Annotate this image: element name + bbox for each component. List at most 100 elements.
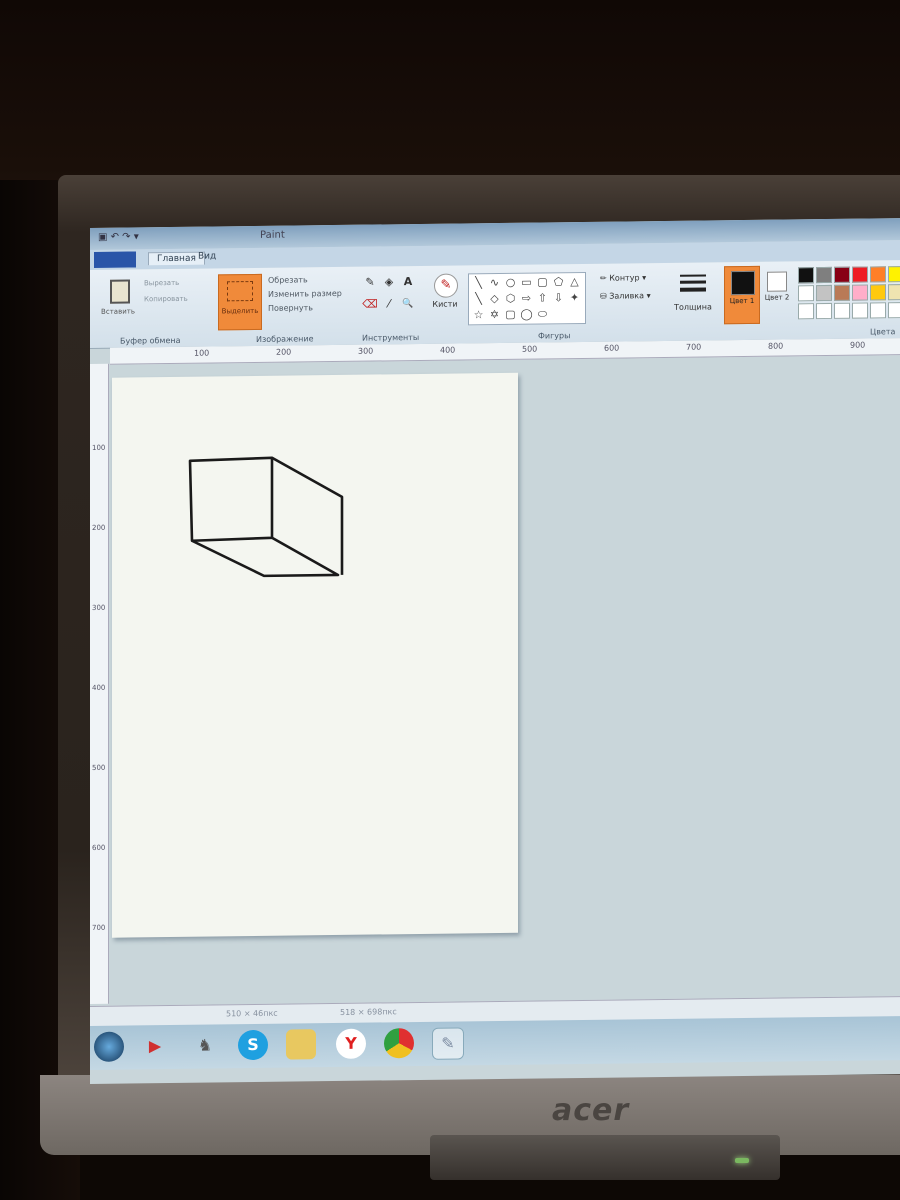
explorer-icon[interactable] — [286, 1029, 316, 1060]
ruler-tick-label: 200 — [92, 523, 106, 532]
shape-option[interactable]: ◇ — [488, 292, 501, 305]
select-button[interactable]: Выделить — [218, 273, 262, 331]
shape-option[interactable]: ∿ — [488, 276, 501, 289]
pencil-icon[interactable]: ✎ — [362, 274, 378, 290]
box-bottom-edges — [191, 536, 340, 578]
rotate-button[interactable]: Повернуть — [268, 303, 313, 313]
game-icon[interactable]: ♞ — [190, 1030, 220, 1060]
text-tool-icon[interactable]: A — [400, 274, 416, 290]
tab-view[interactable]: Вид — [198, 251, 216, 261]
thickness-button[interactable]: Толщина — [670, 268, 716, 323]
drawing-canvas[interactable] — [112, 372, 518, 938]
copy-button[interactable]: Копировать — [144, 295, 188, 304]
ruler-tick-label: 900 — [850, 340, 866, 350]
outline-label: Контур — [609, 273, 640, 283]
shape-option[interactable]: ⬭ — [536, 307, 549, 320]
fill-dropdown[interactable]: ⛁ Заливка ▾ — [600, 291, 651, 301]
shape-option[interactable]: △ — [568, 275, 581, 288]
ruler-tick-label: 500 — [522, 344, 538, 354]
crop-button[interactable]: Обрезать — [268, 275, 308, 284]
shape-option[interactable]: ╲ — [472, 292, 485, 305]
shape-option[interactable]: ✦ — [568, 291, 581, 304]
tab-home[interactable]: Главная — [148, 251, 205, 266]
media-player-icon[interactable]: ▶ — [140, 1031, 170, 1061]
color-1-swatch — [731, 270, 755, 296]
palette-swatch[interactable] — [870, 266, 886, 283]
shape-option[interactable]: ╲ — [472, 276, 485, 289]
file-menu-button[interactable] — [94, 251, 136, 268]
paste-button[interactable]: Вставить — [98, 277, 138, 333]
palette-swatch[interactable] — [798, 267, 814, 284]
palette-swatch[interactable] — [798, 303, 814, 320]
color-2-label: Цвет 2 — [764, 293, 790, 302]
quick-access-toolbar[interactable]: ▣ ↶ ↷ ▾ — [98, 231, 139, 242]
ruler-tick-label: 300 — [92, 603, 106, 612]
acer-logo: acer — [552, 1093, 630, 1128]
shape-option[interactable]: ◯ — [520, 308, 533, 321]
palette-swatch[interactable] — [816, 302, 832, 320]
ruler-tick-label: 400 — [92, 683, 106, 692]
box-drawing — [188, 456, 344, 578]
shape-option[interactable]: ▭ — [520, 276, 533, 289]
color-picker-icon[interactable]: ⁄ — [381, 296, 397, 312]
palette-swatch[interactable] — [834, 284, 850, 301]
ruler-tick-label: 700 — [92, 923, 106, 932]
shape-option[interactable]: ▢ — [504, 308, 517, 321]
eraser-icon[interactable]: ⌫ — [362, 296, 378, 312]
shape-option[interactable]: ⇧ — [536, 291, 549, 304]
ruler-tick-label: 500 — [92, 763, 106, 772]
taskbar: ▶ ♞ S Y ✎ — [90, 1015, 900, 1070]
color-2-button[interactable]: Цвет 2 — [762, 269, 792, 319]
shape-option[interactable]: ▢ — [536, 275, 549, 288]
palette-swatch[interactable] — [834, 302, 850, 319]
chrome-icon[interactable] — [384, 1028, 414, 1059]
color-palette — [798, 266, 900, 321]
colors-group-label: Цвета — [870, 327, 896, 337]
outline-dropdown[interactable]: ✏ Контур ▾ — [600, 273, 646, 283]
fill-label: Заливка — [609, 291, 645, 301]
brush-icon: ✎ — [434, 273, 458, 298]
palette-swatch[interactable] — [888, 266, 900, 283]
shape-option[interactable]: ⇨ — [520, 292, 533, 305]
start-button[interactable] — [94, 1031, 124, 1062]
palette-swatch[interactable] — [870, 284, 886, 301]
tools-grid: ✎ ◈ A ⌫ ⁄ 🔍 — [362, 274, 418, 319]
palette-swatch[interactable] — [852, 302, 868, 319]
palette-swatch[interactable] — [816, 284, 832, 302]
palette-swatch[interactable] — [798, 285, 814, 302]
resize-button[interactable]: Изменить размер — [268, 289, 342, 299]
magnifier-icon[interactable]: 🔍 — [400, 296, 416, 312]
palette-swatch[interactable] — [852, 266, 868, 283]
screen: ▣ ↶ ↷ ▾ Paint Главная Вид Вставить Вырез… — [90, 217, 900, 1084]
palette-swatch[interactable] — [888, 302, 900, 319]
color-1-button[interactable]: Цвет 1 — [724, 265, 760, 325]
skype-icon[interactable]: S — [238, 1029, 268, 1061]
shape-option[interactable]: ☆ — [472, 308, 485, 321]
medium-line-icon — [680, 280, 706, 284]
shapes-group-label: Фигуры — [538, 331, 571, 341]
palette-swatch[interactable] — [834, 266, 850, 283]
monitor-stand — [430, 1135, 780, 1180]
shape-option[interactable]: ○ — [504, 276, 517, 289]
shape-option[interactable]: ✡ — [488, 308, 501, 321]
brushes-button[interactable]: ✎ Кисти — [428, 271, 462, 323]
palette-swatch[interactable] — [852, 284, 868, 301]
paint-taskbar-icon[interactable]: ✎ — [432, 1027, 464, 1060]
clipboard-group-label: Буфер обмена — [120, 335, 181, 346]
select-label: Выделить — [221, 306, 259, 316]
color-1-label: Цвет 1 — [729, 296, 755, 306]
thin-line-icon — [680, 274, 706, 277]
palette-swatch[interactable] — [870, 302, 886, 319]
ruler-tick-label: 300 — [358, 346, 374, 356]
shape-option[interactable]: ⬠ — [552, 275, 565, 288]
yandex-browser-icon[interactable]: Y — [336, 1028, 366, 1059]
canvas-size: 518 × 698пкс — [340, 1007, 397, 1017]
ruler-tick-label: 700 — [686, 342, 702, 352]
palette-swatch[interactable] — [888, 284, 900, 301]
cut-button[interactable]: Вырезать — [144, 279, 179, 287]
fill-bucket-icon[interactable]: ◈ — [381, 274, 397, 290]
palette-swatch[interactable] — [816, 266, 832, 284]
shape-option[interactable]: ⇩ — [552, 291, 565, 304]
image-group-label: Изображение — [256, 334, 314, 344]
shape-option[interactable]: ⬡ — [504, 292, 517, 305]
